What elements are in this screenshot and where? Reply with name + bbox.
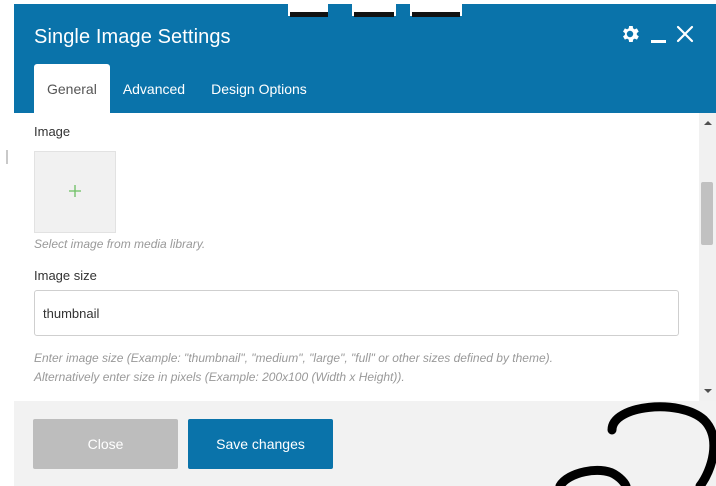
dialog-title: Single Image Settings: [34, 26, 231, 48]
dialog-footer: Close Save changes: [14, 401, 716, 486]
scroll-thumb[interactable]: [701, 182, 713, 245]
settings-panel: Image Select image from media library. I…: [14, 113, 716, 401]
scroll-up-arrow-icon[interactable]: [704, 121, 712, 125]
page-left-edge: [0, 0, 14, 486]
close-button[interactable]: Close: [33, 419, 178, 469]
top-edge-fragment: [288, 0, 462, 17]
header-controls: [619, 23, 694, 45]
image-size-input[interactable]: [34, 290, 679, 336]
gear-icon[interactable]: [619, 23, 641, 45]
save-changes-button[interactable]: Save changes: [188, 419, 333, 469]
image-size-hint-line2: Alternatively enter size in pixels (Exam…: [34, 370, 405, 384]
close-icon[interactable]: [676, 25, 694, 43]
image-size-hint-line1: Enter image size (Example: "thumbnail", …: [34, 351, 553, 365]
tab-bar: General Advanced Design Options: [34, 64, 320, 113]
image-picker[interactable]: [34, 151, 116, 233]
minimize-icon[interactable]: [651, 26, 666, 43]
image-size-label: Image size: [34, 268, 97, 283]
tab-general[interactable]: General: [34, 64, 110, 113]
image-label: Image: [34, 124, 71, 139]
dialog-header: Single Image Settings General Advanced D…: [14, 4, 716, 113]
scroll-down-arrow-icon[interactable]: [704, 389, 712, 393]
edge-mark: [6, 150, 8, 164]
tab-design-options[interactable]: Design Options: [198, 64, 320, 113]
image-hint: Select image from media library.: [34, 237, 206, 251]
panel-scrollbar[interactable]: [699, 113, 716, 401]
tab-advanced[interactable]: Advanced: [110, 64, 198, 113]
single-image-settings-dialog: Single Image Settings General Advanced D…: [14, 4, 716, 486]
plus-icon: [68, 182, 82, 202]
